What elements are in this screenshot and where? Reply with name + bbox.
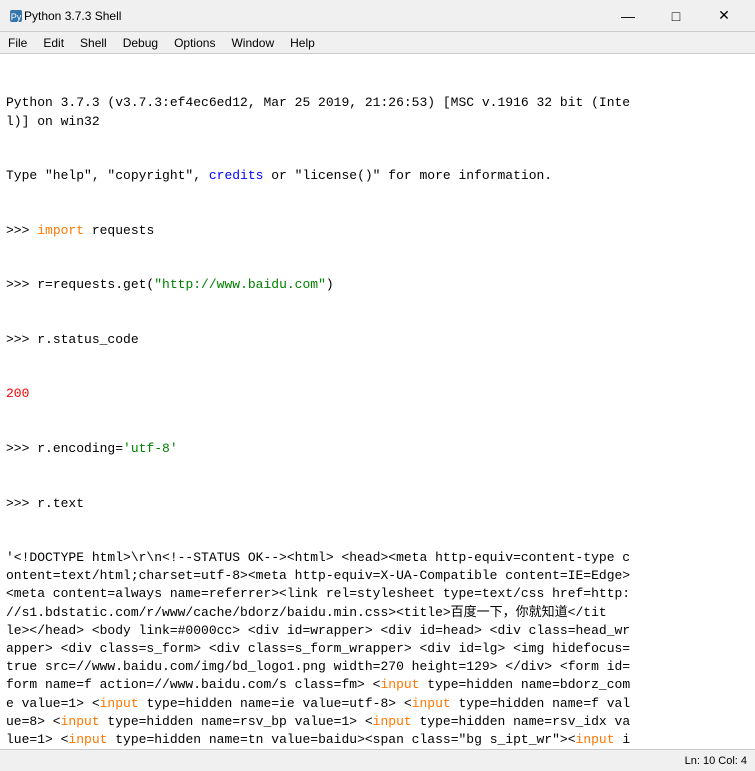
title-bar: Py Python 3.7.3 Shell — □ ✕	[0, 0, 755, 32]
output-line-1: Python 3.7.3 (v3.7.3:ef4ec6ed12, Mar 25 …	[6, 94, 749, 130]
close-button[interactable]: ✕	[701, 2, 747, 30]
shell-output[interactable]: Python 3.7.3 (v3.7.3:ef4ec6ed12, Mar 25 …	[0, 54, 755, 749]
menu-options[interactable]: Options	[166, 32, 223, 53]
output-line-9: '<!DOCTYPE html>\r\n<!--STATUS OK--><htm…	[6, 549, 749, 749]
output-line-2: Type "help", "copyright", credits or "li…	[6, 167, 749, 185]
menu-shell[interactable]: Shell	[72, 32, 115, 53]
menu-edit[interactable]: Edit	[35, 32, 72, 53]
app-icon: Py	[8, 8, 24, 24]
cursor-position: Ln: 10 Col: 4	[685, 755, 747, 767]
menu-file[interactable]: File	[0, 32, 35, 53]
minimize-button[interactable]: —	[605, 2, 651, 30]
output-line-3: >>> import requests	[6, 222, 749, 240]
menu-debug[interactable]: Debug	[115, 32, 166, 53]
output-line-7: >>> r.encoding='utf-8'	[6, 440, 749, 458]
menu-bar: File Edit Shell Debug Options Window Hel…	[0, 32, 755, 54]
output-line-8: >>> r.text	[6, 495, 749, 513]
window-controls: — □ ✕	[605, 2, 747, 30]
maximize-button[interactable]: □	[653, 2, 699, 30]
output-line-4: >>> r=requests.get("http://www.baidu.com…	[6, 276, 749, 294]
svg-text:Py: Py	[11, 12, 22, 22]
output-line-5: >>> r.status_code	[6, 331, 749, 349]
menu-window[interactable]: Window	[223, 32, 282, 53]
window-title: Python 3.7.3 Shell	[24, 9, 605, 23]
status-bar: Ln: 10 Col: 4	[0, 749, 755, 771]
menu-help[interactable]: Help	[282, 32, 323, 53]
output-line-6: 200	[6, 385, 749, 403]
